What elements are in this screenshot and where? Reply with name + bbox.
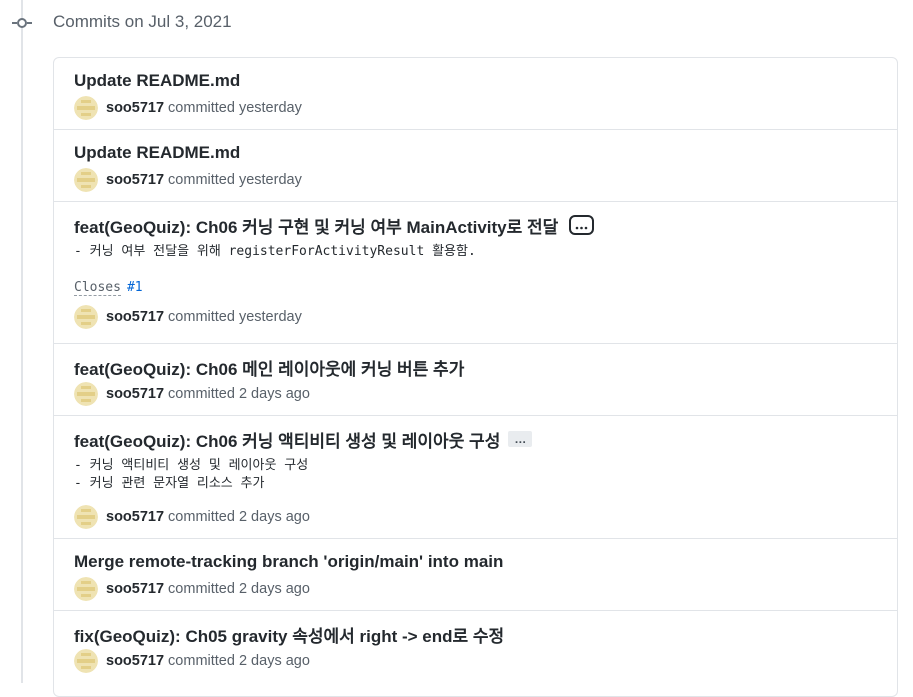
commit-action: committed bbox=[168, 100, 235, 116]
avatar[interactable] bbox=[74, 505, 98, 529]
commit-title-link[interactable]: feat(GeoQuiz): Ch06 커닝 구현 및 커닝 여부 MainAc… bbox=[74, 213, 558, 238]
commit-title-link[interactable]: Update README.md bbox=[74, 143, 240, 163]
avatar[interactable] bbox=[74, 577, 98, 601]
commit-title-link[interactable]: feat(GeoQuiz): Ch06 커닝 액티비티 생성 및 레이아웃 구성 bbox=[74, 427, 500, 452]
date-header: Commits on Jul 3, 2021 bbox=[53, 12, 232, 31]
avatar[interactable] bbox=[74, 96, 98, 120]
commit-time: 2 days ago bbox=[238, 386, 310, 402]
commit-action: committed bbox=[168, 653, 235, 669]
author-link[interactable]: soo5717 bbox=[106, 509, 164, 525]
author-link[interactable]: soo5717 bbox=[106, 309, 164, 325]
commit-row: feat(GeoQuiz): Ch06 커닝 액티비티 생성 및 레이아웃 구성… bbox=[54, 416, 897, 539]
comment-icon[interactable] bbox=[568, 214, 595, 236]
commit-action: committed bbox=[168, 309, 235, 325]
author-link[interactable]: soo5717 bbox=[106, 581, 164, 597]
timeline-line bbox=[21, 0, 23, 683]
git-commit-icon bbox=[12, 18, 32, 28]
commit-title-link[interactable]: feat(GeoQuiz): Ch06 메인 레이아웃에 커닝 버튼 추가 bbox=[74, 355, 464, 380]
author-link[interactable]: soo5717 bbox=[106, 172, 164, 188]
commit-time: 2 days ago bbox=[238, 509, 310, 525]
commit-action: committed bbox=[168, 509, 235, 525]
avatar[interactable] bbox=[74, 305, 98, 329]
commit-time: yesterday bbox=[238, 309, 302, 325]
commit-time: yesterday bbox=[238, 172, 302, 188]
commit-time: 2 days ago bbox=[238, 581, 310, 597]
closes-label: Closes bbox=[74, 280, 121, 296]
commit-title-link[interactable]: fix(GeoQuiz): Ch05 gravity 속성에서 right ->… bbox=[74, 622, 504, 647]
commit-title-link[interactable]: Update README.md bbox=[74, 71, 240, 91]
commit-time: yesterday bbox=[238, 100, 302, 116]
commit-row: Update README.md soo5717 committed yeste… bbox=[54, 130, 897, 202]
commit-action: committed bbox=[168, 581, 235, 597]
commit-row: Merge remote-tracking branch 'origin/mai… bbox=[54, 539, 897, 611]
author-link[interactable]: soo5717 bbox=[106, 100, 164, 116]
commit-body: - 커닝 여부 전달을 위해 registerForActivityResult… bbox=[74, 244, 476, 259]
commit-row: fix(GeoQuiz): Ch05 gravity 속성에서 right ->… bbox=[54, 611, 897, 683]
author-link[interactable]: soo5717 bbox=[106, 653, 164, 669]
commit-list: Update README.md soo5717 committed yeste… bbox=[53, 57, 898, 697]
commit-time: 2 days ago bbox=[238, 653, 310, 669]
avatar[interactable] bbox=[74, 382, 98, 406]
commit-action: committed bbox=[168, 386, 235, 402]
avatar[interactable] bbox=[74, 168, 98, 192]
commit-row: Update README.md soo5717 committed yeste… bbox=[54, 58, 897, 130]
avatar[interactable] bbox=[74, 649, 98, 673]
commit-row: feat(GeoQuiz): Ch06 메인 레이아웃에 커닝 버튼 추가 so… bbox=[54, 344, 897, 416]
commit-title-link[interactable]: Merge remote-tracking branch 'origin/mai… bbox=[74, 552, 503, 572]
author-link[interactable]: soo5717 bbox=[106, 386, 164, 402]
commit-action: committed bbox=[168, 172, 235, 188]
commit-body: - 커닝 액티비티 생성 및 레이아웃 구성 - 커닝 관련 문자열 리소스 추… bbox=[74, 458, 309, 491]
issue-link[interactable]: #1 bbox=[127, 280, 143, 295]
expand-message-button[interactable]: … bbox=[508, 431, 533, 447]
commit-row: feat(GeoQuiz): Ch06 커닝 구현 및 커닝 여부 MainAc… bbox=[54, 202, 897, 344]
